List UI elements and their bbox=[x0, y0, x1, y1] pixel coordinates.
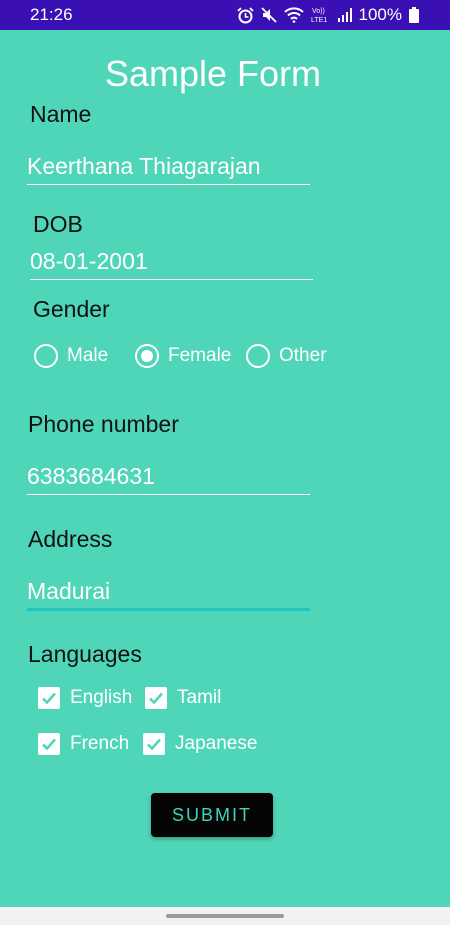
checkbox-label: English bbox=[70, 687, 133, 708]
checkbox-checked-icon bbox=[145, 687, 167, 709]
languages-label: Languages bbox=[28, 641, 142, 667]
name-field[interactable]: Keerthana Thiagarajan bbox=[27, 148, 310, 188]
language-checkbox-tamil[interactable]: Tamil bbox=[145, 687, 221, 709]
mute-icon bbox=[260, 7, 277, 23]
dob-field[interactable]: 08-01-2001 bbox=[30, 243, 313, 283]
wifi-icon bbox=[283, 7, 304, 23]
gender-radio-female[interactable]: Female bbox=[135, 344, 231, 368]
gender-radio-male[interactable]: Male bbox=[34, 344, 108, 368]
svg-text:Vo)): Vo)) bbox=[312, 8, 325, 15]
checkbox-label: Japanese bbox=[175, 733, 258, 754]
status-icons: Vo)) LTE1 100% bbox=[236, 4, 419, 26]
battery-percentage: 100% bbox=[358, 5, 402, 24]
gender-radio-other[interactable]: Other bbox=[246, 344, 327, 368]
dob-label: DOB bbox=[33, 211, 83, 237]
gender-label: Gender bbox=[33, 296, 110, 322]
phone-field[interactable]: 6383684631 bbox=[27, 458, 310, 498]
name-underline bbox=[27, 184, 310, 185]
dob-value: 08-01-2001 bbox=[30, 248, 148, 274]
language-checkbox-french[interactable]: French bbox=[38, 733, 129, 755]
phone-underline bbox=[27, 494, 310, 495]
checkbox-label: Tamil bbox=[177, 687, 222, 708]
address-value: Madurai bbox=[27, 578, 111, 604]
radio-unchecked-icon bbox=[246, 344, 270, 368]
checkbox-checked-icon bbox=[38, 687, 60, 709]
phone-value: 6383684631 bbox=[27, 463, 155, 489]
address-underline bbox=[27, 608, 310, 611]
address-field[interactable]: Madurai bbox=[27, 573, 310, 613]
radio-label: Other bbox=[279, 345, 327, 366]
radio-checked-icon bbox=[135, 344, 159, 368]
submit-button[interactable]: SUBMIT bbox=[151, 793, 273, 837]
status-bar: 21:26 Vo)) LTE1 100% bbox=[0, 0, 450, 30]
checkbox-label: French bbox=[70, 733, 130, 754]
alarm-icon bbox=[236, 6, 254, 23]
radio-unchecked-icon bbox=[34, 344, 58, 368]
navigation-bar bbox=[0, 907, 450, 925]
checkbox-checked-icon bbox=[38, 733, 60, 755]
name-label: Name bbox=[30, 101, 92, 127]
radio-label: Female bbox=[168, 345, 232, 366]
signal-icon bbox=[337, 8, 352, 22]
dob-underline bbox=[30, 279, 313, 280]
language-checkbox-english[interactable]: English bbox=[38, 687, 132, 709]
checkbox-checked-icon bbox=[143, 733, 165, 755]
language-checkbox-japanese[interactable]: Japanese bbox=[143, 733, 257, 755]
name-value: Keerthana Thiagarajan bbox=[27, 153, 261, 179]
phone-label: Phone number bbox=[28, 411, 179, 437]
volte-icon: Vo)) LTE1 bbox=[311, 8, 327, 24]
page-title: Sample Form bbox=[104, 53, 322, 94]
battery-icon bbox=[409, 7, 419, 23]
status-time: 21:26 bbox=[30, 5, 73, 24]
home-gesture-handle[interactable] bbox=[166, 914, 284, 918]
address-label: Address bbox=[28, 526, 113, 552]
radio-label: Male bbox=[67, 345, 109, 366]
svg-text:LTE1: LTE1 bbox=[311, 17, 327, 24]
